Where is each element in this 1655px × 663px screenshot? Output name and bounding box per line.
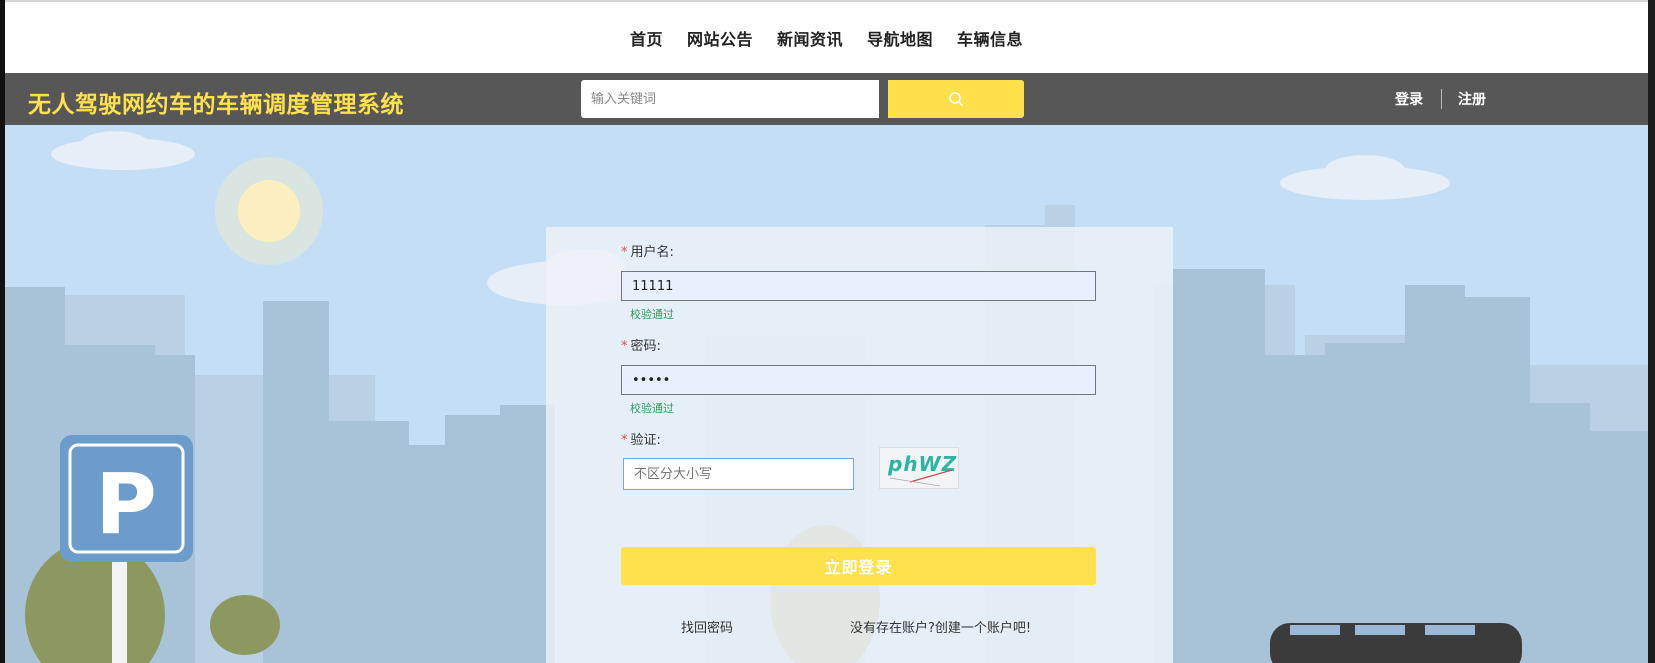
nav-item-announcements[interactable]: 网站公告 [687,26,753,50]
window-right-border [1648,0,1655,663]
username-field[interactable] [621,271,1096,301]
username-label: * 用户名: [621,241,674,260]
svg-text:P: P [95,455,157,553]
forgot-password-link[interactable]: 找回密码 [681,617,733,636]
top-nav: 首页 网站公告 新闻资讯 导航地图 车辆信息 [5,2,1648,73]
password-label: * 密码: [621,335,661,354]
required-mark: * [621,433,628,448]
parking-sign-icon: P [60,435,193,562]
password-field[interactable] [621,365,1096,395]
required-mark: * [621,339,628,354]
search-icon [949,92,963,106]
login-link[interactable]: 登录 [1395,89,1423,109]
nav-item-map[interactable]: 导航地图 [867,26,933,50]
login-card: *用户名: 校验通过 *密码: 校验通过 *验证: phWZ 立即登录 找回密码… [546,227,1173,663]
search-input[interactable] [581,80,879,118]
login-submit-button[interactable]: 立即登录 [621,547,1096,585]
nav-item-vehicles[interactable]: 车辆信息 [957,26,1023,50]
captcha-label-text: 验证: [630,433,661,448]
password-hint: 校验通过 [630,402,674,415]
auth-divider [1441,89,1442,109]
captcha-image[interactable]: phWZ [879,447,959,489]
password-label-text: 密码: [630,339,661,354]
captcha-input[interactable] [623,458,854,490]
create-account-link[interactable]: 没有存在账户?创建一个账户吧! [850,617,1031,636]
search-button[interactable] [888,80,1024,118]
nav-item-news[interactable]: 新闻资讯 [777,26,843,50]
captcha-noise-icon [889,469,953,487]
required-mark: * [621,245,628,260]
register-link[interactable]: 注册 [1458,89,1486,109]
captcha-label: * 验证: [621,429,661,448]
header-bar: 无人驾驶网约车的车辆调度管理系统 登录 注册 [5,73,1648,125]
nav-item-home[interactable]: 首页 [630,26,663,50]
auth-links: 登录 注册 [1395,89,1486,109]
site-title: 无人驾驶网约车的车辆调度管理系统 [28,92,404,118]
username-hint: 校验通过 [630,308,674,321]
username-label-text: 用户名: [630,245,674,260]
